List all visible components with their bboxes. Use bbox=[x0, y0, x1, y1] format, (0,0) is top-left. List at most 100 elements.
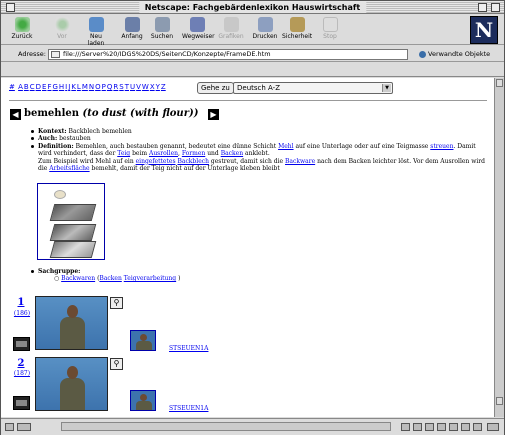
component-icon[interactable] bbox=[401, 423, 410, 431]
zoom-magnifier-icon[interactable]: ⚲ bbox=[110, 297, 123, 309]
video-1-id[interactable]: (186) bbox=[11, 310, 33, 317]
nav-letter-link[interactable]: C bbox=[30, 83, 35, 91]
def-text: Bemehlen, auch bestauben genannt, bedeut… bbox=[75, 142, 277, 150]
page-content: # ABCDEFGHIJKLMNOPQRSTUVWXYZ Gehe zu Deu… bbox=[1, 78, 494, 417]
stop-button[interactable]: Stop bbox=[315, 17, 345, 40]
link-ausrollen[interactable]: Ausrollen bbox=[149, 150, 178, 157]
link-backen-group[interactable]: Backen bbox=[99, 275, 121, 282]
video-1-number[interactable]: 1 bbox=[13, 297, 29, 308]
scroll-up-icon[interactable] bbox=[496, 79, 503, 87]
composer-icon[interactable] bbox=[437, 423, 446, 431]
video-2-id[interactable]: (187) bbox=[11, 370, 33, 377]
sachgruppe-label: Sachgruppe: bbox=[38, 268, 81, 275]
zoom-box[interactable] bbox=[478, 3, 487, 12]
print-button[interactable]: Drucken bbox=[250, 17, 280, 40]
nav-letter-link[interactable]: B bbox=[24, 83, 29, 91]
film-icon[interactable] bbox=[13, 337, 30, 351]
video-1-link[interactable]: STSEUEN1A bbox=[169, 345, 208, 352]
nav-hash-link[interactable]: # bbox=[9, 83, 15, 91]
nav-letter-link[interactable]: U bbox=[130, 83, 135, 91]
scroll-down-icon[interactable] bbox=[496, 397, 503, 405]
title-bar[interactable]: Netscape: Fachgebärdenlexikon Hauswirtsc… bbox=[1, 1, 504, 14]
nav-letter-link[interactable]: E bbox=[42, 83, 46, 91]
collapse-box[interactable] bbox=[491, 3, 500, 12]
nav-letter-link[interactable]: S bbox=[119, 83, 123, 91]
nav-letter-link[interactable]: Y bbox=[156, 83, 160, 91]
video-2-thumbnail[interactable] bbox=[130, 390, 156, 411]
mail-icon[interactable] bbox=[413, 423, 422, 431]
news-icon[interactable] bbox=[425, 423, 434, 431]
bookmark-icon[interactable] bbox=[461, 423, 470, 431]
link-streuen[interactable]: streuen bbox=[430, 143, 453, 150]
signer-body bbox=[60, 317, 85, 349]
link-teigverarbeitung[interactable]: Teigverarbeitung bbox=[124, 275, 176, 282]
link-backware[interactable]: Backware bbox=[285, 158, 315, 165]
signer-head bbox=[67, 305, 78, 318]
url-field[interactable]: file:///Server%20/IDGS%20DS/SeitenCD/Kon… bbox=[48, 49, 408, 60]
security-button[interactable]: Sicherheit bbox=[282, 17, 312, 40]
nav-letter-link[interactable]: P bbox=[102, 83, 106, 91]
address-label: Adresse: bbox=[18, 50, 46, 58]
nav-letter-link[interactable]: T bbox=[125, 83, 129, 91]
horizontal-scrollbar[interactable] bbox=[61, 422, 391, 431]
forward-button[interactable]: Vor bbox=[47, 17, 77, 40]
video-2-number[interactable]: 2 bbox=[13, 358, 29, 369]
paren: ) bbox=[178, 275, 181, 283]
images-button[interactable]: Grafiken bbox=[216, 17, 246, 40]
video-1-thumbnail[interactable] bbox=[130, 330, 156, 351]
nav-letter-link[interactable]: R bbox=[113, 83, 118, 91]
nav-letter-link[interactable]: X bbox=[150, 83, 155, 91]
link-arbeitsflaeche[interactable]: Arbeitsfläche bbox=[49, 165, 89, 172]
guide-button[interactable]: Wegweiser bbox=[182, 17, 215, 40]
navigation-toolbar: Zurück Vor Neu laden Anfang Suchen Wegwe… bbox=[1, 15, 504, 47]
close-box[interactable] bbox=[6, 3, 15, 12]
video-2-frame[interactable] bbox=[35, 357, 108, 411]
video-1-frame[interactable] bbox=[35, 296, 108, 350]
nav-letter-link[interactable]: W bbox=[142, 83, 149, 91]
nav-letter-link[interactable]: N bbox=[89, 83, 94, 91]
search-button[interactable]: Suchen bbox=[147, 17, 177, 40]
nav-letter-link[interactable]: I bbox=[65, 83, 67, 91]
link-backblech[interactable]: Backblech bbox=[177, 158, 209, 165]
nav-letter-link[interactable]: M bbox=[82, 83, 88, 91]
search-label: Suchen bbox=[150, 33, 174, 40]
prev-entry-arrow-icon[interactable]: ◀ bbox=[10, 109, 21, 120]
related-objects-button[interactable]: Verwandte Objekte bbox=[419, 50, 490, 58]
nav-letter-link[interactable]: K bbox=[71, 83, 76, 91]
translation: (to dust (with flour)) bbox=[82, 108, 199, 119]
nav-letter-link[interactable]: V bbox=[136, 83, 141, 91]
link-formen[interactable]: Formen bbox=[182, 150, 205, 157]
link-mehl[interactable]: Mehl bbox=[278, 143, 293, 150]
lock-icon[interactable] bbox=[5, 423, 14, 431]
nav-letter-link[interactable]: Q bbox=[107, 83, 113, 91]
home-button[interactable]: Anfang bbox=[117, 17, 147, 40]
goto-button[interactable]: Gehe zu bbox=[197, 82, 234, 94]
next-entry-arrow-icon[interactable]: ▶ bbox=[208, 109, 219, 120]
reload-button[interactable]: Neu laden bbox=[81, 17, 111, 47]
language-select[interactable]: Deutsch A-Z ▼ bbox=[233, 82, 393, 94]
video-2-link[interactable]: STSEUEN1A bbox=[169, 405, 208, 412]
film-icon[interactable] bbox=[13, 396, 30, 410]
definition-list: Kontext: Backblech bemehlen Auch: bestau… bbox=[30, 128, 488, 172]
nav-letter-link[interactable]: D bbox=[36, 83, 41, 91]
history-icon[interactable] bbox=[473, 423, 482, 431]
nav-letter-link[interactable]: H bbox=[59, 83, 64, 91]
nav-letter-link[interactable]: G bbox=[52, 83, 57, 91]
nav-letter-link[interactable]: F bbox=[47, 83, 51, 91]
back-button[interactable]: Zurück bbox=[7, 17, 37, 40]
resize-grip-icon[interactable] bbox=[487, 423, 499, 431]
reload-label: Neu laden bbox=[87, 33, 105, 47]
link-eingefettetes[interactable]: eingefettetes bbox=[136, 158, 176, 165]
zoom-magnifier-icon[interactable]: ⚲ bbox=[110, 358, 123, 370]
nav-letter-link[interactable]: Z bbox=[161, 83, 166, 91]
link-backwaren[interactable]: Backwaren bbox=[61, 275, 95, 282]
nav-letter-link[interactable]: O bbox=[95, 83, 101, 91]
link-backen[interactable]: Backen bbox=[221, 150, 243, 157]
link-teig[interactable]: Teig bbox=[117, 150, 130, 157]
nav-letter-link[interactable]: L bbox=[77, 83, 81, 91]
vertical-scrollbar[interactable] bbox=[494, 78, 504, 417]
security-icon bbox=[289, 17, 305, 32]
home-label: Anfang bbox=[121, 33, 143, 40]
nav-letter-link[interactable]: A bbox=[18, 83, 23, 91]
address-book-icon[interactable] bbox=[449, 423, 458, 431]
